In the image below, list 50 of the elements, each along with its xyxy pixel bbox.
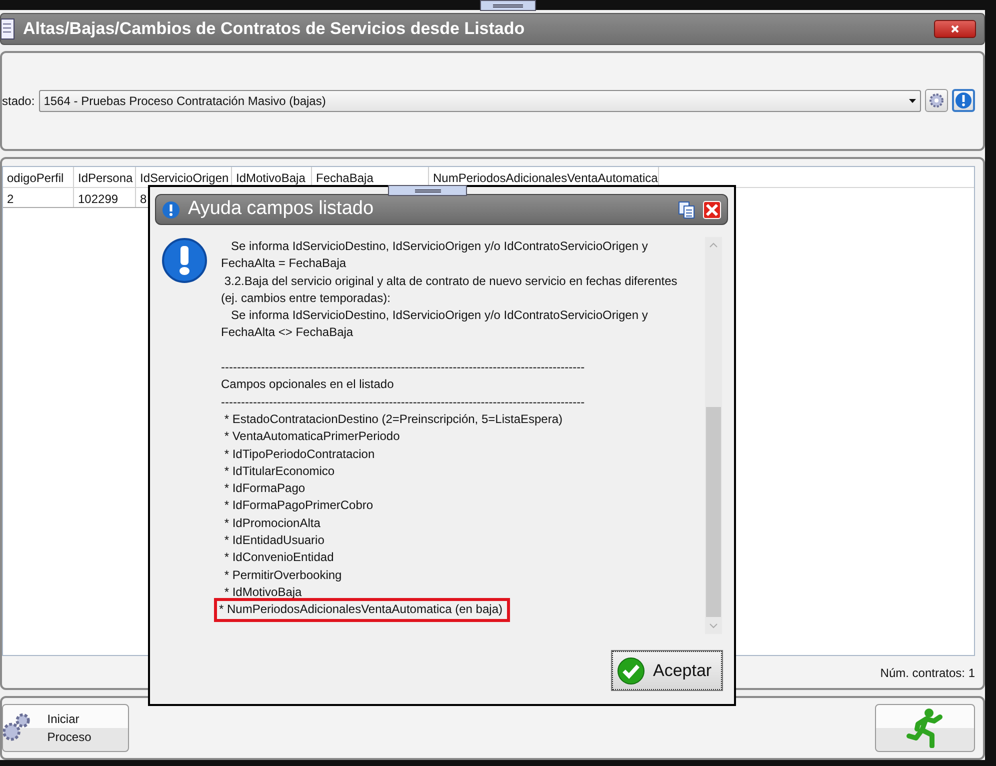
table-cell: 2 xyxy=(3,188,74,207)
help-text-line: 3.2.Baja del servicio original y alta de contrato de nuevo servicio en fechas diferentes xyxy=(223,272,678,290)
running-man-icon xyxy=(906,708,944,748)
field-item: * IdMotivoBaja xyxy=(223,584,302,599)
listado-dropdown[interactable]: 1564 - Pruebas Proceso Contratación Masivo (bajas) xyxy=(38,90,921,112)
drag-handle[interactable] xyxy=(480,0,536,11)
help-text-line: Campos opcionales en el listado xyxy=(221,376,395,394)
field-item: * VentaAutomaticaPrimerPeriodo xyxy=(223,429,400,444)
exclamation-icon xyxy=(162,238,207,283)
column-header[interactable]: odigoPerfil xyxy=(3,166,74,187)
field-item: * IdTitularEconomico xyxy=(223,464,335,478)
help-text-line: Se informa IdServicioDestino, IdServicioOrigen y/o IdContratoServicioOrigen y xyxy=(230,307,649,324)
info-icon xyxy=(162,200,180,218)
run-button[interactable] xyxy=(875,704,975,752)
copy-icon[interactable] xyxy=(678,200,695,218)
field-item: * PermitirOverbooking xyxy=(223,568,342,582)
listado-label: stado: xyxy=(2,92,35,110)
field-item: * IdConvenioEntidad xyxy=(223,550,334,564)
highlighted-field-item: * NumPeriodosAdicionalesVentaAutomatica (en baja) xyxy=(217,601,506,619)
window-title: Altas/Bajas/Cambios de Contratos de Servicios desde Listado xyxy=(23,18,525,40)
scrollbar[interactable] xyxy=(705,237,722,634)
scroll-thumb[interactable] xyxy=(706,407,721,617)
checkmark-icon xyxy=(617,656,645,684)
start-process-button[interactable]: Iniciar Proceso xyxy=(2,704,129,752)
field-item: * IdFormaPagoPrimerCobro xyxy=(223,498,374,512)
accept-button[interactable]: Aceptar xyxy=(612,651,722,690)
field-item: * IdEntidadUsuario xyxy=(223,533,324,548)
help-text-line: (ej. cambios entre temporadas): xyxy=(221,290,392,307)
close-button[interactable] xyxy=(934,20,976,38)
help-text-line: ------------------------------------------------------------------------------------------- xyxy=(221,359,586,376)
close-icon[interactable] xyxy=(703,200,721,218)
field-item: * EstadoContratacionDestino (2=Preinscripción, 5=ListaEspera) xyxy=(223,412,563,426)
close-icon xyxy=(951,24,959,33)
help-text-line: FechaAlta = FechaBaja xyxy=(221,255,348,272)
help-button[interactable] xyxy=(952,89,975,112)
contract-count: Núm. contratos: 1 xyxy=(880,665,975,682)
field-item: * IdPromocionAlta xyxy=(223,516,320,530)
field-item: * IdFormaPago xyxy=(223,481,306,496)
field-item: * IdTipoPeriodoContratacion xyxy=(223,446,375,461)
info-icon xyxy=(955,92,972,110)
column-header[interactable]: IdPersona xyxy=(74,166,136,187)
gear-icon xyxy=(928,92,945,110)
help-text-line: ------------------------------------------------------------------------------------------- xyxy=(221,394,586,411)
settings-button[interactable] xyxy=(925,89,948,112)
table-cell: 102299 xyxy=(74,188,136,207)
help-text-line: FechaAlta <> FechaBaja xyxy=(221,324,354,342)
help-text-line: Se informa IdServicioDestino, IdServicioOrigen y/o IdContratoServicioOrigen y xyxy=(230,238,649,255)
drag-handle[interactable] xyxy=(388,185,467,196)
dropdown-arrow-icon xyxy=(909,98,916,103)
document-icon xyxy=(1,18,15,40)
